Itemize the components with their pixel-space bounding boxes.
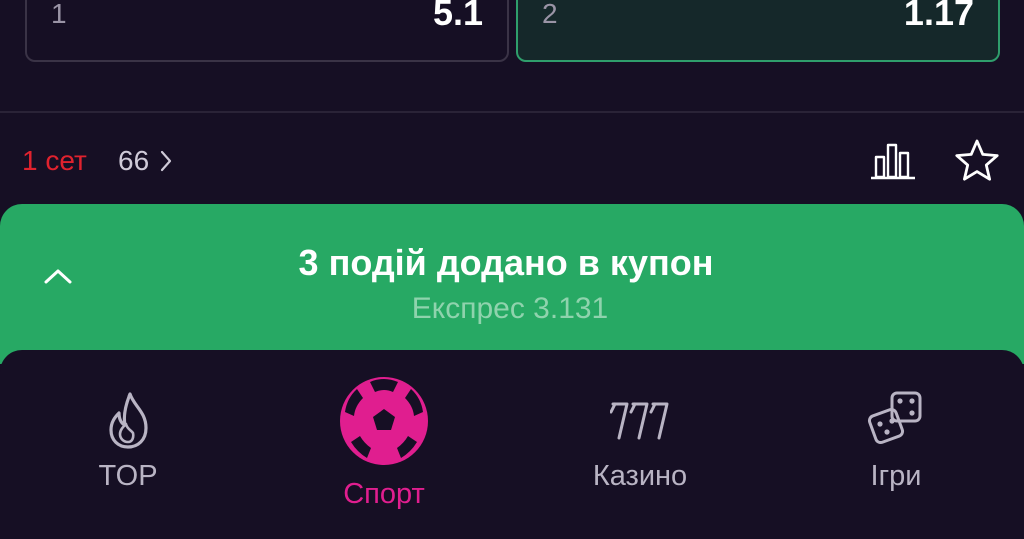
soccer-ball-icon — [340, 377, 428, 465]
nav-item-casino[interactable]: Казино — [552, 350, 728, 539]
dice-icon — [867, 391, 922, 445]
odd-label: 1 — [51, 0, 67, 29]
bottom-navigation: TOP Спорт Казино Ігри — [0, 350, 1024, 539]
slots-777-icon — [610, 402, 669, 440]
odd-button-1[interactable]: 1 5.1 — [25, 0, 509, 62]
coupon-banner[interactable]: 3 подій додано в купон Експрес 3.131 — [0, 204, 1024, 364]
chevron-right-icon[interactable] — [158, 149, 174, 173]
coupon-title: 3 подій додано в купон — [298, 242, 714, 283]
statistics-icon[interactable] — [870, 141, 916, 181]
live-set-indicator: 1 сет — [22, 145, 87, 176]
nav-item-top[interactable]: TOP — [40, 350, 216, 539]
odd-label: 2 — [542, 0, 558, 29]
favorite-star-icon[interactable] — [952, 137, 1002, 185]
nav-label: Ігри — [870, 460, 922, 492]
nav-label: TOP — [98, 460, 158, 492]
nav-item-sport[interactable]: Спорт — [296, 350, 472, 539]
odd-value: 5.1 — [432, 0, 483, 33]
odds-row: 1 5.1 2 1.17 — [0, 0, 1024, 112]
coupon-subtitle: Експрес 3.131 — [411, 292, 609, 325]
nav-label: Спорт — [343, 478, 425, 510]
match-meta-row: 1 сет 66 — [0, 113, 1024, 205]
markets-count-link[interactable]: 66 — [118, 145, 149, 177]
nav-item-games[interactable]: Ігри — [808, 350, 984, 539]
nav-label: Казино — [592, 460, 688, 492]
odd-button-2-selected[interactable]: 2 1.17 — [516, 0, 1000, 62]
flame-icon — [109, 392, 148, 449]
odd-value: 1.17 — [903, 0, 974, 33]
